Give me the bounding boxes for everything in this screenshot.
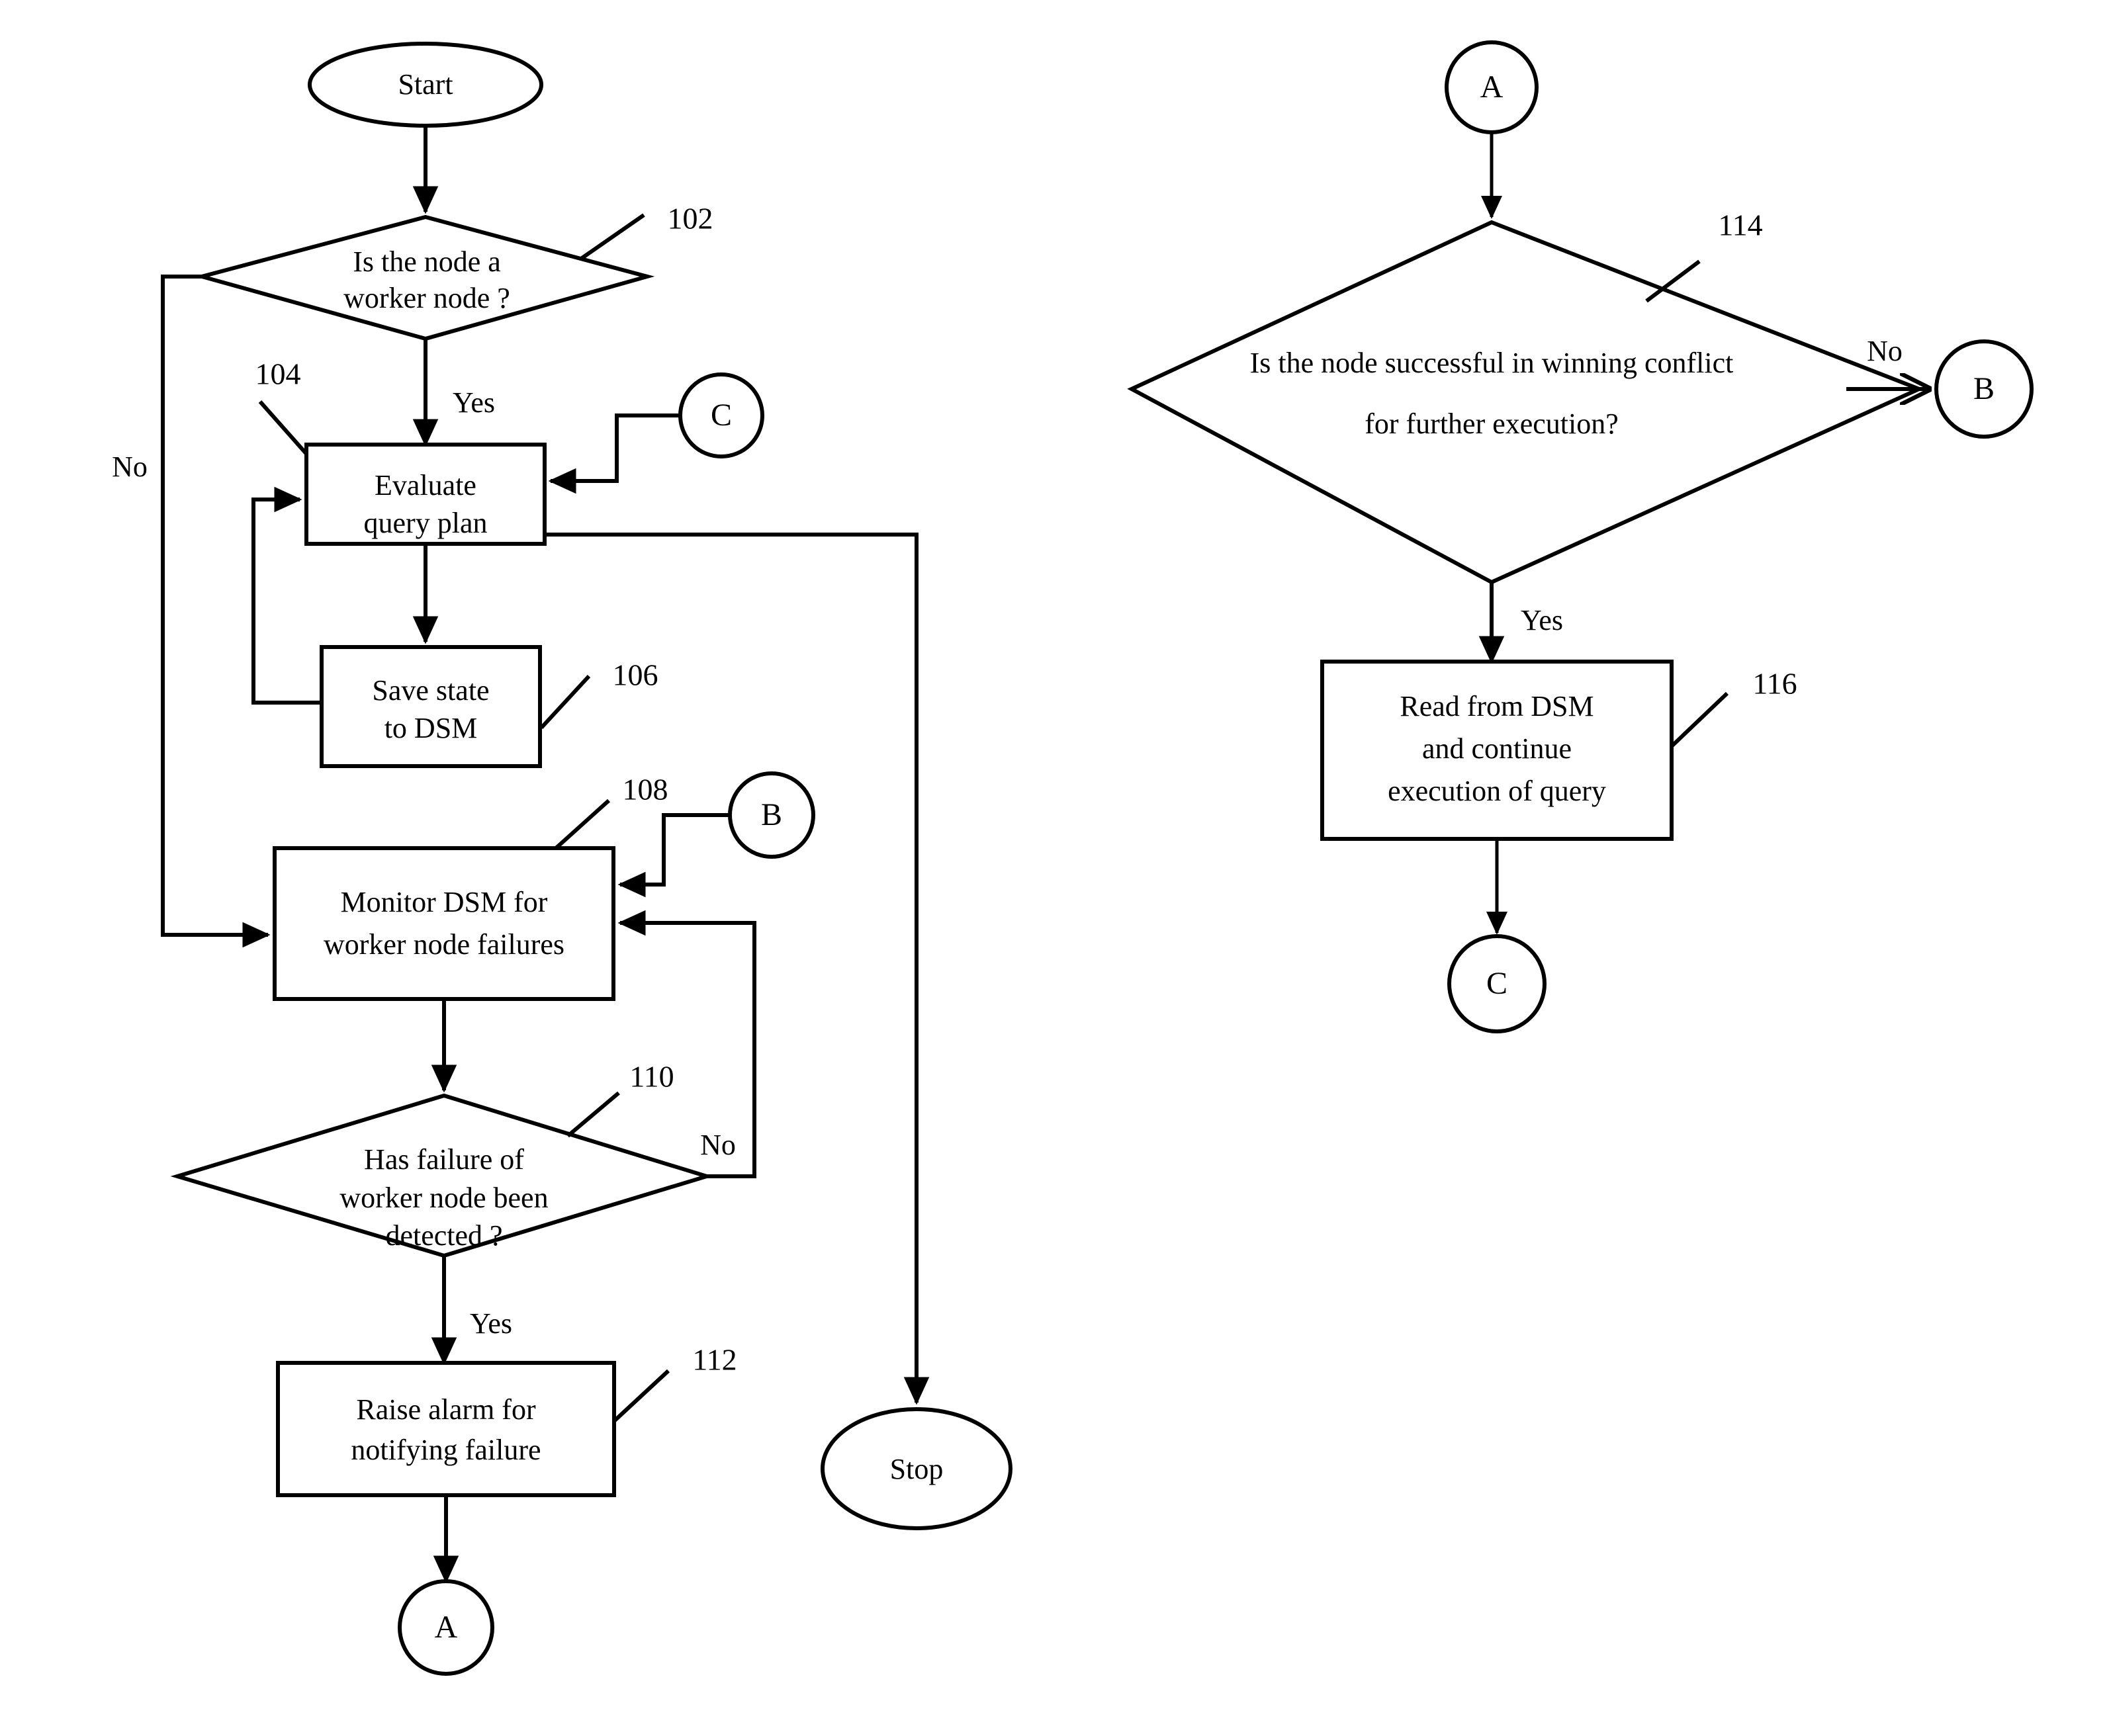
ref-number-110: 110 [629,1060,674,1094]
ref-number-104: 104 [255,357,301,391]
process-108-line1: Monitor DSM for [341,886,548,918]
edge-label-decision102-yes: Yes [453,386,495,419]
connector-c-in-label: C [711,398,732,433]
stop-terminal: Stop [821,1407,1012,1530]
ref-number-102: 102 [668,202,713,236]
decision-102-line1: Is the node a [353,245,501,278]
ref-number-106: 106 [613,658,658,692]
connector-b-in: B [728,771,815,859]
process-104-line2: query plan [364,507,488,539]
process-108-monitor-dsm: Monitor DSM for worker node failures [273,846,615,1001]
process-112-raise-alarm: Raise alarm for notifying failure [276,1361,616,1497]
start-terminal: Start [308,42,543,128]
connector-a-out: A [398,1579,494,1676]
ref-number-114: 114 [1718,208,1762,242]
edge-label-decision114-yes: Yes [1521,604,1563,636]
decision-110-line1: Has failure of [364,1143,524,1176]
connector-a-in: A [1445,40,1539,134]
edge-label-decision114-no: No [1867,335,1903,367]
decision-114-line1: Is the node successful in winning confli… [1250,347,1734,379]
start-terminal-label: Start [398,68,453,101]
process-116-line1: Read from DSM [1400,690,1594,722]
process-112-line1: Raise alarm for [356,1393,536,1426]
ref-number-116: 116 [1752,667,1797,701]
process-112-line2: notifying failure [351,1434,541,1466]
connector-b-out: B [1934,339,2034,439]
process-116-read-from-dsm: Read from DSM and continue execution of … [1320,660,1674,841]
connector-c-out: C [1447,934,1547,1033]
stop-terminal-label: Stop [890,1453,944,1485]
edge-label-decision102-no: No [112,451,148,483]
flowchart-canvas: Start Is the node a worker node ? 102 Ye… [0,0,2111,1736]
flowchart-svg: Start Is the node a worker node ? 102 Ye… [0,0,2111,1736]
process-104-evaluate-query-plan: Evaluate query plan [304,443,547,546]
connector-b-out-label: B [1973,371,1995,406]
process-116-line3: execution of query [1388,775,1606,807]
connector-c-in: C [678,372,764,458]
decision-114-line2: for further execution? [1365,408,1619,440]
connector-c-out-label: C [1486,966,1507,1001]
process-106-line2: to DSM [384,712,478,744]
ref-number-112: 112 [692,1343,737,1377]
decision-102-line2: worker node ? [343,282,510,314]
connector-b-in-label: B [761,797,782,832]
ref-number-108: 108 [623,773,668,806]
connector-a-out-label: A [435,1610,458,1645]
process-106-save-state: Save state to DSM [320,645,542,768]
process-106-line1: Save state [372,674,489,707]
process-104-line1: Evaluate [375,469,476,501]
decision-110-line3: detected ? [385,1219,502,1252]
edge-label-decision110-no: No [700,1129,736,1161]
process-116-line2: and continue [1422,732,1572,765]
process-108-line2: worker node failures [324,928,564,961]
decision-110-line2: worker node been [339,1182,548,1214]
connector-a-in-label: A [1480,69,1504,105]
edge-label-decision110-yes: Yes [470,1307,512,1340]
